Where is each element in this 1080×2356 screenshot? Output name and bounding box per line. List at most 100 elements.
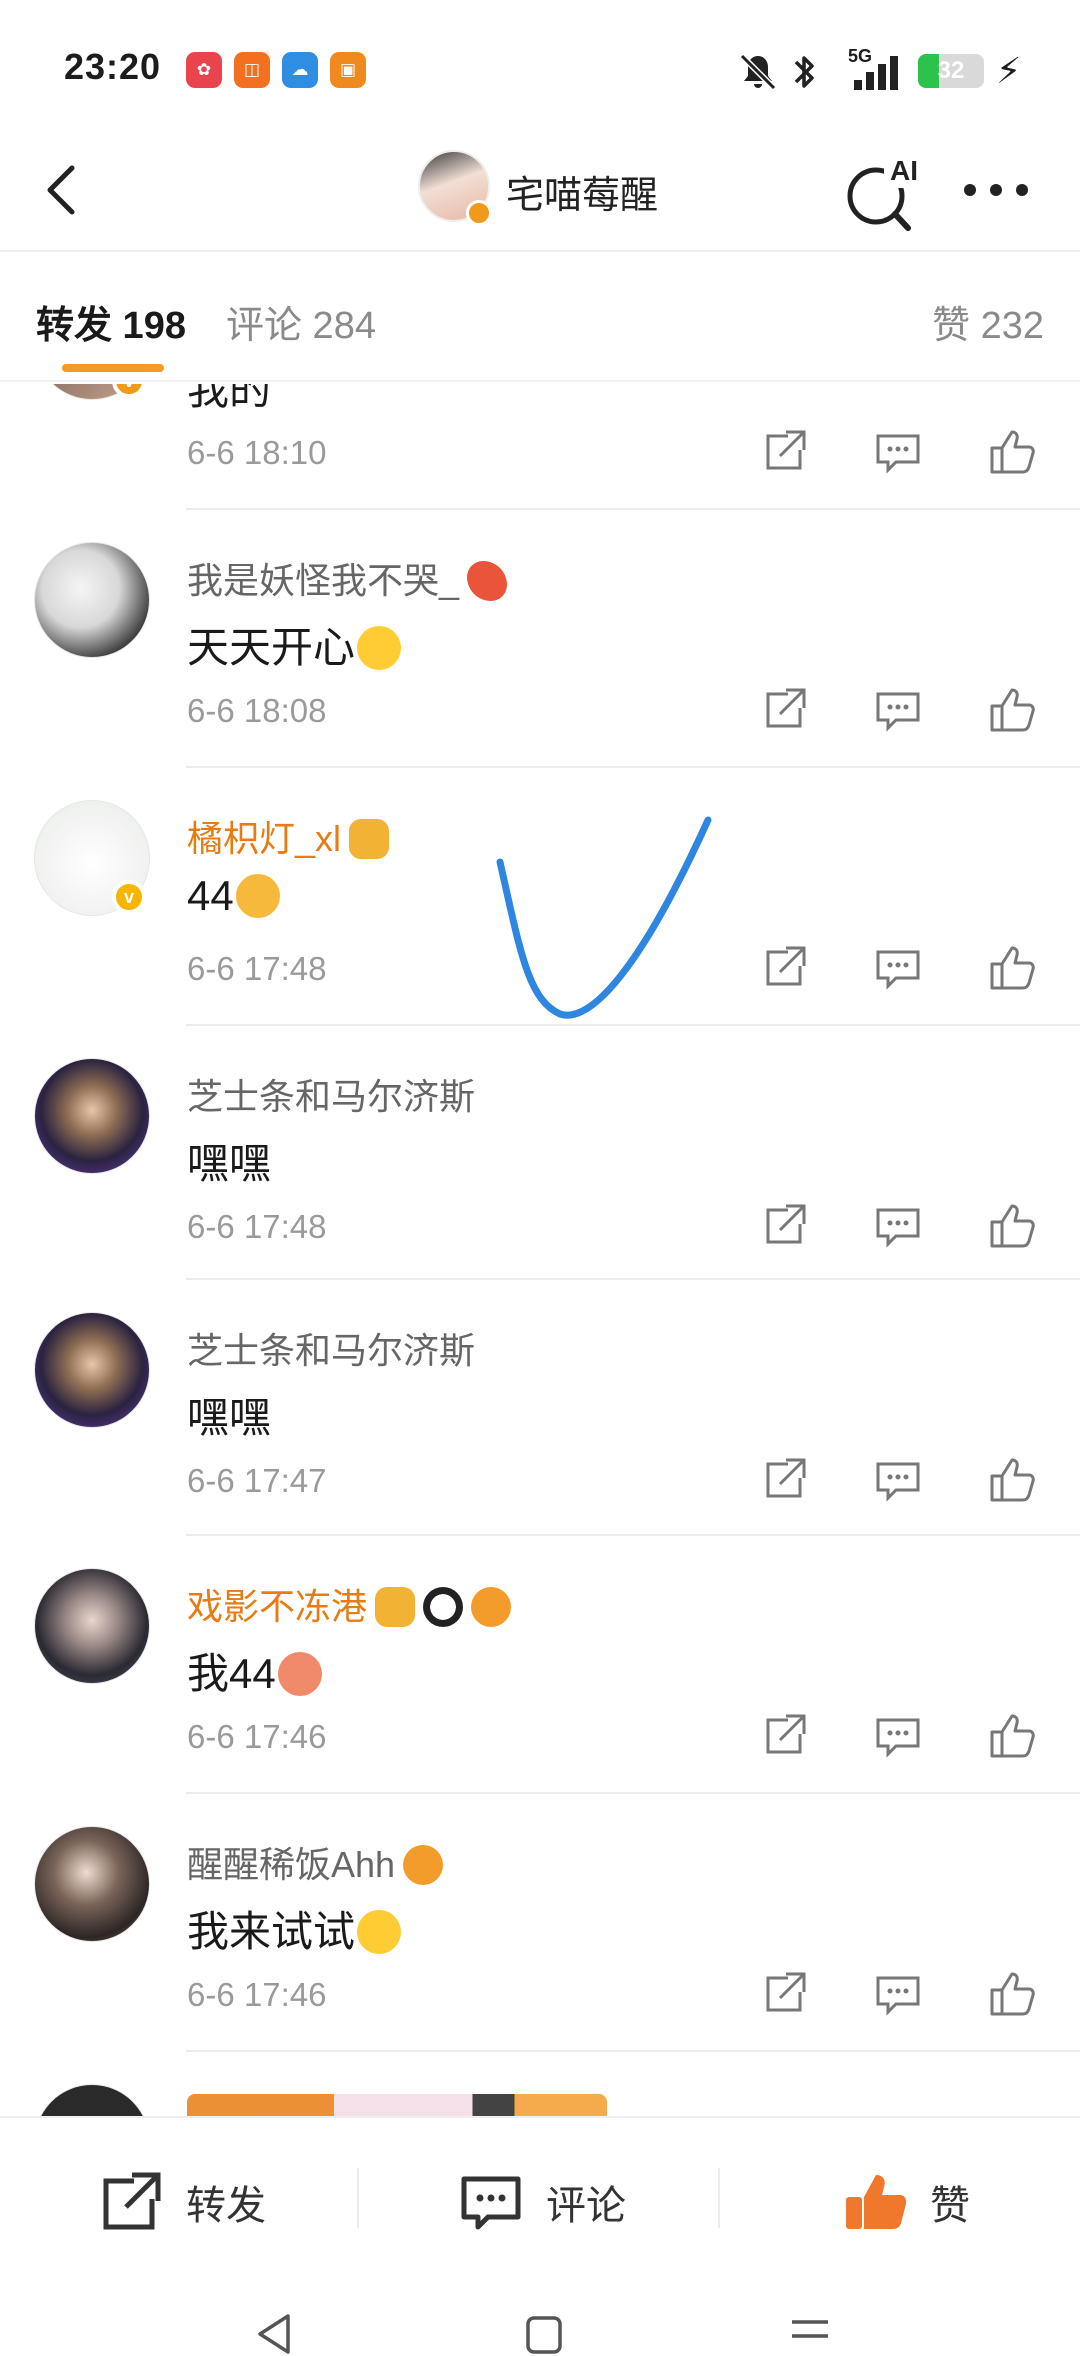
charging-icon: ⚡ [996, 50, 1022, 91]
list-item [0, 2052, 1080, 2116]
comment-icon[interactable] [868, 422, 928, 482]
username[interactable]: 我是妖怪我不哭_ [187, 552, 508, 604]
like-icon[interactable] [982, 1964, 1042, 2024]
verified-badge-icon: v [112, 384, 146, 398]
like-icon[interactable] [982, 938, 1042, 998]
list-item: 醒醒稀饭Ahh 我来试试 6-6 17:46 [0, 1794, 1080, 2052]
tab-bar: 转发 198 评论 284 赞 232 [0, 252, 1080, 382]
emoji-icon [277, 1652, 322, 1696]
username-text: 醒醒稀饭Ahh [187, 1844, 396, 1885]
tab-comment[interactable]: 评论 284 [226, 294, 376, 349]
ai-search-button[interactable]: AI [840, 146, 930, 236]
repost-icon [103, 2172, 161, 2230]
repost-content: 嘿嘿 [187, 1394, 272, 1441]
username[interactable]: 芝士条和马尔济斯 [187, 1068, 475, 1120]
comment-icon[interactable] [868, 1196, 928, 1256]
comment-button[interactable]: 评论 [456, 2162, 626, 2242]
repost-time: 6-6 17:48 [187, 1208, 327, 1245]
repost-content: 我44 [187, 1640, 322, 1701]
user-avatar[interactable] [34, 542, 150, 658]
repost-text: 天天开心 [187, 624, 356, 671]
list-item: v 橘枳灯_xl 44 6-6 17:48 [0, 768, 1080, 1026]
repost-time: 6-6 17:47 [187, 1462, 327, 1499]
fish-badge-icon [471, 1587, 512, 1627]
repost-time: 6-6 17:48 [187, 950, 327, 987]
verified-badge-icon [466, 200, 492, 226]
nav-recents-icon[interactable] [780, 2308, 840, 2356]
bluetooth-icon [794, 56, 814, 88]
comment-icon[interactable] [868, 1964, 928, 2024]
bottom-action-bar: 转发 评论 赞 [0, 2116, 1080, 2286]
emoji-icon [357, 1910, 402, 1954]
repost-content: 44 [187, 872, 280, 920]
user-avatar[interactable] [34, 1568, 150, 1684]
smile-emoji-icon [357, 626, 402, 670]
top-app-bar: 宅喵莓醒 AI [0, 130, 1080, 252]
repost-content: 我来试试 [187, 1898, 402, 1959]
repost-icon[interactable] [754, 422, 814, 482]
status-time: 23:20 [64, 46, 162, 87]
like-icon[interactable] [982, 1196, 1042, 1256]
username[interactable]: 橘枳灯_xl [187, 810, 390, 862]
koi-badge-icon [467, 561, 508, 601]
repost-icon[interactable] [754, 1706, 814, 1766]
repost-content: 天天开心 [187, 614, 402, 675]
repost-icon[interactable] [754, 1196, 814, 1256]
user-avatar[interactable] [34, 1312, 150, 1428]
mute-icon [739, 53, 777, 91]
repost-list[interactable]: v 我的 6-6 18:10 我是妖怪我不哭_ 天天开心 6-6 18:08 v… [0, 384, 1080, 2116]
more-options-button[interactable] [956, 160, 1036, 220]
username[interactable]: 戏影不冻港 [187, 1578, 512, 1630]
repost-content: 我的 [187, 384, 272, 413]
page-title[interactable]: 宅喵莓醒 [506, 164, 658, 219]
nav-home-icon[interactable] [514, 2308, 574, 2356]
back-button[interactable] [30, 154, 102, 226]
comment-icon[interactable] [868, 1450, 928, 1510]
repost-time: 6-6 17:46 [187, 1976, 327, 2013]
like-icon[interactable] [982, 680, 1042, 740]
divider [718, 2168, 720, 2228]
repost-text: 我44 [187, 1650, 276, 1697]
repost-icon[interactable] [754, 938, 814, 998]
like-icon[interactable] [982, 1706, 1042, 1766]
comment-label: 评论 [546, 2184, 626, 2228]
tab-repost[interactable]: 转发 198 [36, 294, 186, 349]
crown-badge-icon [375, 1587, 416, 1627]
nav-back-icon[interactable] [246, 2308, 306, 2356]
like-icon[interactable] [982, 1450, 1042, 1510]
comment-icon[interactable] [868, 680, 928, 740]
system-navigation-bar [0, 2286, 1080, 2356]
crown-badge-icon [349, 819, 390, 859]
repost-content: 嘿嘿 [187, 1140, 272, 1187]
like-icon[interactable] [982, 422, 1042, 482]
app-notification-icon: ☁ [282, 52, 318, 88]
fish-badge-icon [403, 1845, 444, 1885]
username[interactable]: 醒醒稀饭Ahh [187, 1836, 444, 1888]
app-notification-icon: ◫ [234, 52, 270, 88]
user-avatar[interactable] [34, 1058, 150, 1174]
username-text: 戏影不冻港 [187, 1586, 368, 1627]
user-avatar[interactable] [34, 1826, 150, 1942]
list-item: v 我的 6-6 18:10 [0, 384, 1080, 510]
username[interactable]: 芝士条和马尔济斯 [187, 1322, 475, 1374]
repost-time: 6-6 17:46 [187, 1718, 327, 1755]
repost-icon[interactable] [754, 1450, 814, 1510]
emoji-icon [235, 874, 280, 918]
verified-badge-icon: v [112, 880, 146, 914]
repost-button[interactable]: 转发 [96, 2162, 266, 2242]
repost-icon[interactable] [754, 1964, 814, 2024]
like-button[interactable]: 赞 [840, 2162, 970, 2242]
repost-icon[interactable] [754, 680, 814, 740]
user-avatar[interactable] [34, 2084, 150, 2116]
tab-like[interactable]: 赞 232 [932, 294, 1044, 349]
repost-text: 44 [187, 872, 234, 919]
active-tab-indicator [62, 364, 164, 372]
comment-icon [461, 2176, 521, 2230]
ai-label: AI [890, 155, 918, 186]
repost-label: 转发 [186, 2184, 266, 2228]
comment-icon[interactable] [868, 1706, 928, 1766]
comment-icon[interactable] [868, 938, 928, 998]
list-item: 芝士条和马尔济斯 嘿嘿 6-6 17:47 [0, 1280, 1080, 1536]
username[interactable] [187, 2094, 607, 2116]
battery-indicator: 32 [918, 54, 984, 88]
